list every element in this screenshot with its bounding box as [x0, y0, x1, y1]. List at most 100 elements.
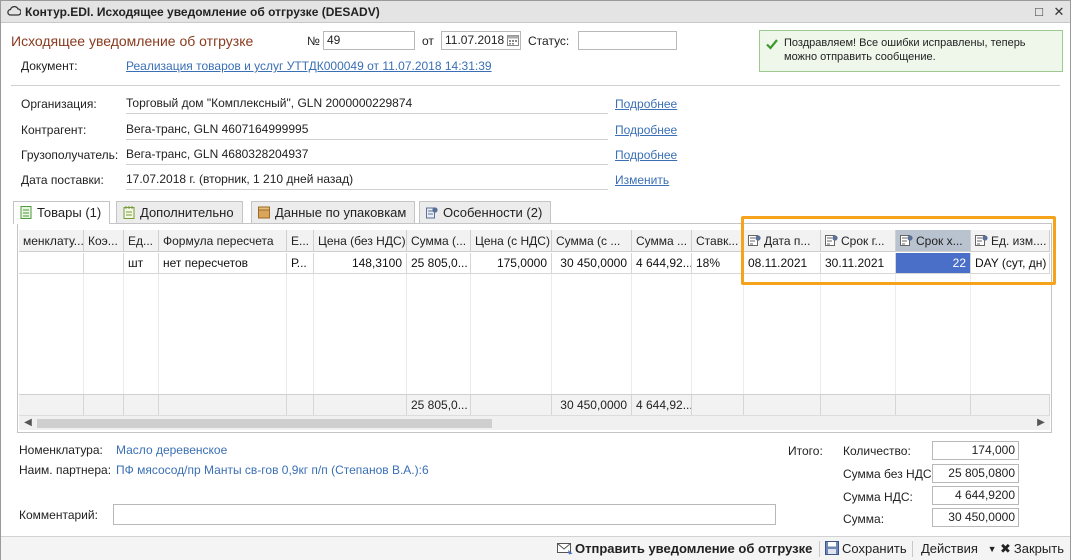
tab-goods-label: Товары (1): [37, 205, 102, 220]
calendar-icon[interactable]: [507, 34, 519, 46]
close-icon[interactable]: ✕: [1050, 3, 1068, 21]
table-cell[interactable]: 148,3100: [314, 253, 407, 274]
column-line: [83, 274, 84, 394]
column-line: [406, 274, 407, 394]
document-label: Документ:: [21, 59, 78, 73]
custom-field-icon: [900, 235, 913, 246]
save-label: Сохранить: [842, 541, 907, 556]
table-cell[interactable]: DAY (сут, дн): [971, 253, 1050, 274]
table-cell[interactable]: Р...: [287, 253, 314, 274]
column-header[interactable]: Коэ...: [84, 230, 124, 252]
footer-cell: [692, 394, 744, 415]
column-header[interactable]: Срок х...: [896, 230, 971, 252]
partner-name-label: Наим. партнера:: [19, 463, 112, 477]
floppy-disk-icon: [825, 541, 839, 555]
page-title: Исходящее уведомление об отгрузке: [11, 33, 254, 49]
footer-cell: [471, 394, 552, 415]
notepad-icon: [123, 206, 135, 219]
footer-cell: [19, 394, 84, 415]
table-cell[interactable]: 30.11.2021: [821, 253, 896, 274]
table-cell[interactable]: нет пересчетов: [159, 253, 287, 274]
tab-packaging[interactable]: Данные по упаковкам: [251, 201, 416, 223]
sum-no-vat-field: 25 805,0800: [932, 464, 1019, 483]
column-header[interactable]: Цена (с НДС): [471, 230, 552, 252]
column-header-label: Срок х...: [916, 234, 963, 248]
actions-dropdown[interactable]: Действия ▼: [921, 541, 997, 556]
cloud-icon: [7, 5, 21, 16]
horizontal-scrollbar[interactable]: ◀ ▶: [19, 415, 1050, 430]
goods-table[interactable]: менклату... Коэ... Ед... Формула пересче…: [19, 230, 1050, 415]
title-bar: Контур.EDI. Исходящее уведомление об отг…: [1, 1, 1070, 23]
scrollbar-thumb[interactable]: [37, 419, 492, 428]
table-cell[interactable]: 08.11.2021: [744, 253, 821, 274]
table-cell[interactable]: [84, 253, 124, 274]
sum-field: 30 450,0000: [932, 508, 1019, 527]
column-header[interactable]: Сумма (...: [407, 230, 471, 252]
column-header[interactable]: Ед. изм....: [971, 230, 1050, 252]
counterparty-details-link[interactable]: Подробнее: [615, 123, 677, 137]
column-header[interactable]: Сумма ...: [632, 230, 692, 252]
column-line: [631, 274, 632, 394]
nomenclature-value: Масло деревенское: [116, 443, 228, 457]
features-icon: [426, 207, 438, 219]
number-field[interactable]: 49: [323, 31, 415, 50]
comment-label: Комментарий:: [19, 508, 98, 522]
tab-features[interactable]: Особенности (2): [419, 201, 552, 223]
toolbar-separator: [912, 541, 913, 557]
success-notice: Поздравляем! Все ошибки исправлены, тепе…: [759, 30, 1063, 72]
comment-field[interactable]: [113, 504, 776, 525]
table-cell[interactable]: 4 644,92...: [632, 253, 692, 274]
tab-additional[interactable]: Дополнительно: [116, 201, 243, 223]
column-line: [158, 274, 159, 394]
column-line: [313, 274, 314, 394]
column-line: [970, 274, 971, 394]
status-field[interactable]: [578, 31, 677, 50]
scroll-right-icon[interactable]: ▶: [1033, 416, 1049, 430]
document-link[interactable]: Реализация товаров и услуг УТТДК000049 о…: [126, 59, 492, 73]
column-header[interactable]: Срок г...: [821, 230, 896, 252]
save-button[interactable]: Сохранить: [824, 541, 907, 556]
footer-cell: [896, 394, 971, 415]
column-header[interactable]: Формула пересчета: [159, 230, 287, 252]
quantity-label: Количество:: [843, 444, 911, 458]
consignee-details-link[interactable]: Подробнее: [615, 148, 677, 162]
table-cell[interactable]: 18%: [692, 253, 744, 274]
toolbar-separator: [819, 541, 820, 557]
column-line: [123, 274, 124, 394]
tab-packaging-label: Данные по упаковкам: [275, 205, 407, 220]
column-header[interactable]: Ставк...: [692, 230, 744, 252]
column-header[interactable]: Ед...: [124, 230, 159, 252]
tab-goods[interactable]: Товары (1): [13, 201, 111, 224]
divider: [126, 164, 608, 165]
footer-cell: [744, 394, 821, 415]
column-header[interactable]: Сумма (с ...: [552, 230, 632, 252]
column-line: [286, 274, 287, 394]
org-details-link[interactable]: Подробнее: [615, 97, 677, 111]
send-notification-button[interactable]: Отправить уведомление об отгрузке: [557, 541, 812, 556]
column-header[interactable]: Е...: [287, 230, 314, 252]
table-cell[interactable]: [19, 253, 84, 274]
column-line: [743, 274, 744, 394]
table-cell[interactable]: шт: [124, 253, 159, 274]
change-delivery-link[interactable]: Изменить: [615, 173, 669, 187]
vat-sum-field: 4 644,9200: [932, 486, 1019, 505]
footer-cell: 30 450,0000: [552, 394, 632, 415]
window-title: Контур.EDI. Исходящее уведомление об отг…: [25, 5, 380, 19]
column-header[interactable]: менклату...: [19, 230, 84, 252]
close-label: Закрыть: [1013, 541, 1064, 556]
column-header[interactable]: Дата п...: [744, 230, 821, 252]
scroll-left-icon[interactable]: ◀: [20, 416, 36, 430]
column-header[interactable]: Цена (без НДС): [314, 230, 407, 252]
footer-cell: [159, 394, 287, 415]
maximize-icon[interactable]: □: [1030, 3, 1048, 21]
close-button[interactable]: ✖ Закрыть: [1000, 541, 1064, 557]
totals-label: Итого:: [788, 444, 823, 458]
counterparty-value: Вега-транс, GLN 4607164999995: [126, 122, 309, 136]
table-cell[interactable]: 30 450,0000: [552, 253, 632, 274]
selected-cell[interactable]: 22: [896, 253, 971, 274]
column-line: [820, 274, 821, 394]
org-value: Торговый дом "Комплексный", GLN 20000002…: [126, 96, 413, 110]
divider: [11, 85, 1060, 86]
table-cell[interactable]: 25 805,0...: [407, 253, 471, 274]
table-cell[interactable]: 175,0000: [471, 253, 552, 274]
